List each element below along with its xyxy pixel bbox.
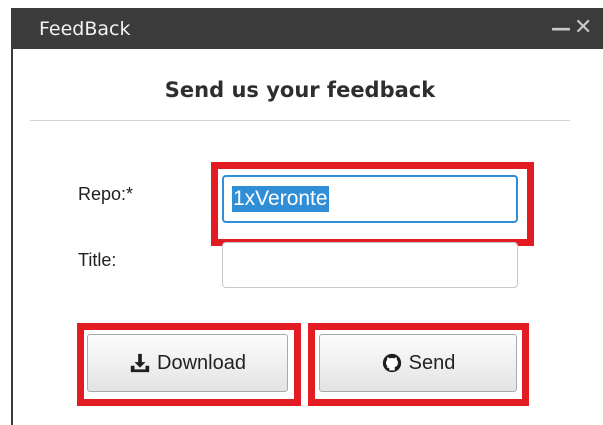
page: FeedBack — ✕ Send us your feedback Repo:… (0, 0, 603, 425)
repo-label: Repo:* (78, 184, 134, 204)
close-icon[interactable]: ✕ (574, 17, 592, 39)
window-title: FeedBack (39, 18, 131, 40)
title-label: Title: (78, 250, 117, 270)
heading-divider (30, 120, 570, 121)
repo-input[interactable]: 1xVeronte (222, 175, 518, 223)
dialog-heading: Send us your feedback (164, 78, 436, 102)
download-button-label: Download (157, 351, 246, 374)
minimize-icon[interactable]: — (551, 18, 571, 38)
title-input[interactable] (222, 242, 518, 288)
send-button[interactable]: Send (319, 334, 517, 392)
download-button[interactable]: Download (87, 334, 288, 392)
github-icon (382, 353, 401, 373)
download-tray-icon (130, 353, 150, 373)
send-button-label: Send (408, 351, 456, 374)
window-titlebar[interactable]: FeedBack — ✕ (13, 8, 603, 49)
repo-input-value: 1xVeronte (232, 186, 329, 212)
